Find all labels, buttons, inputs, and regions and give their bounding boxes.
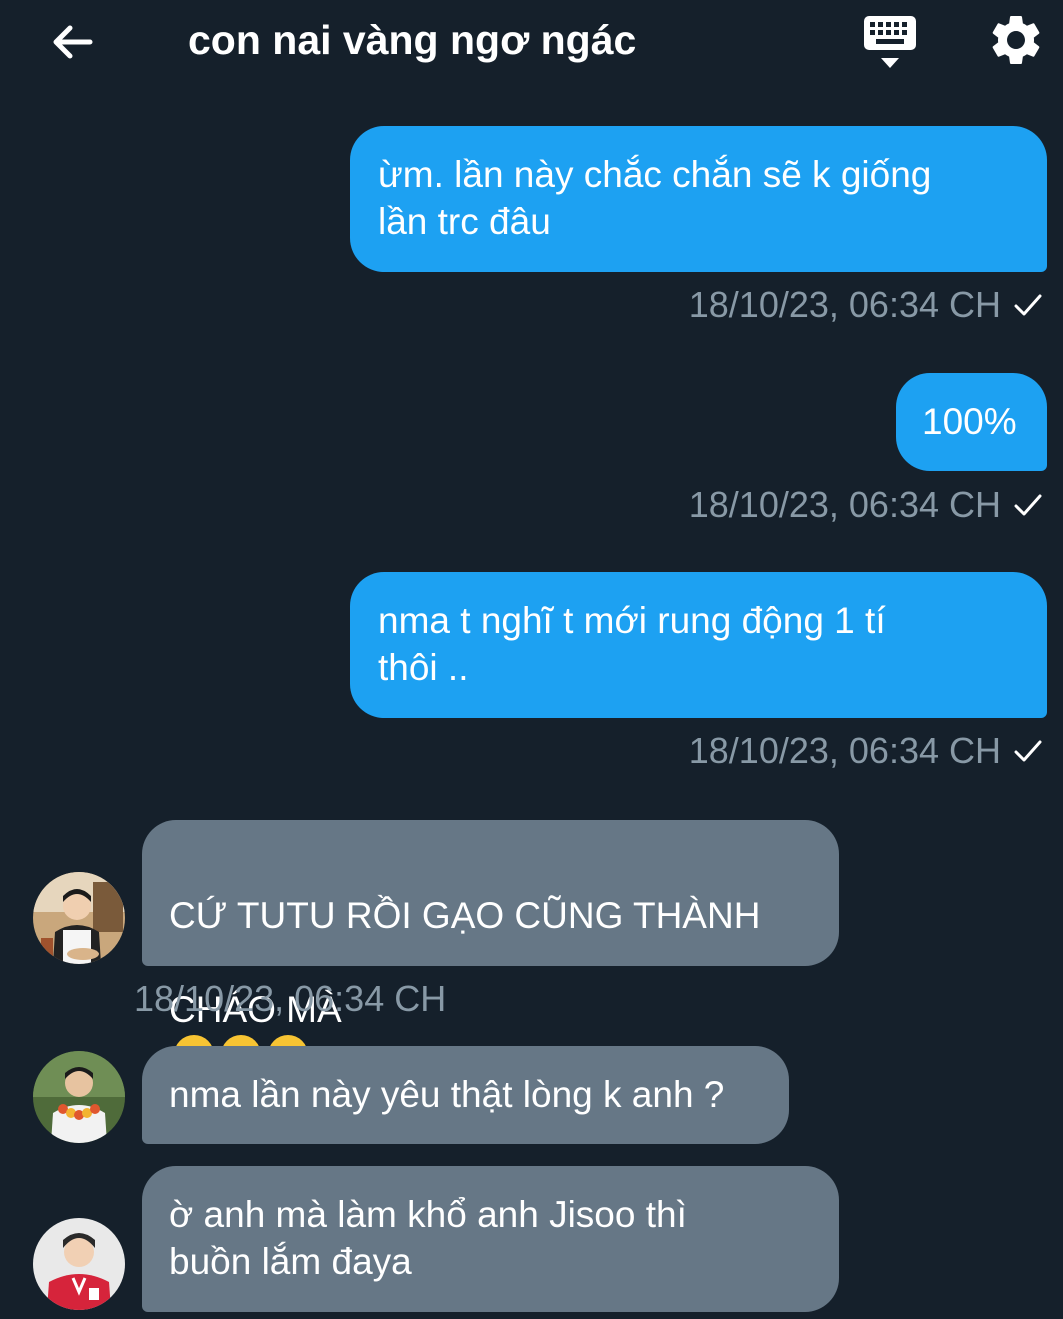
- timestamp-text: 18/10/23, 06:34 CH: [688, 730, 1001, 771]
- avatar[interactable]: [33, 1218, 125, 1310]
- conversation-title: con nai vàng ngơ ngác: [188, 17, 637, 63]
- chat-header: con nai vàng ngơ ngác: [0, 0, 1063, 80]
- check-icon: [1014, 740, 1042, 762]
- keyboard-icon: [864, 16, 916, 68]
- message-bubble-outgoing[interactable]: nma t nghĩ t mới rung động 1 tí thôi ..: [350, 572, 1047, 718]
- avatar[interactable]: [33, 1051, 125, 1143]
- keyboard-button[interactable]: [858, 12, 922, 72]
- avatar[interactable]: [33, 872, 125, 964]
- timestamp-text: 18/10/23, 06:34 CH: [688, 284, 1001, 325]
- timestamp-text: 18/10/23, 06:34 CH: [134, 978, 447, 1019]
- back-button[interactable]: [44, 14, 100, 70]
- message-bubble-incoming[interactable]: ờ anh mà làm khổ anh Jisoo thì buồn lắm …: [142, 1166, 839, 1312]
- timestamp-text: 18/10/23, 06:34 CH: [688, 484, 1001, 525]
- message-text-line: CỨ TUTU RỒI GẠO CŨNG THÀNH: [169, 895, 761, 936]
- check-icon: [1014, 494, 1042, 516]
- gear-icon: [992, 15, 1040, 64]
- message-timestamp: 18/10/23, 06:34 CH: [134, 978, 446, 1020]
- arrow-left-icon: [53, 25, 93, 59]
- message-bubble-outgoing[interactable]: ừm. lần này chắc chắn sẽ k giống lần trc…: [350, 126, 1047, 272]
- check-icon: [1014, 294, 1042, 316]
- message-timestamp: 18/10/23, 06:34 CH: [689, 730, 1045, 772]
- message-timestamp: 18/10/23, 06:34 CH: [689, 284, 1045, 326]
- message-bubble-incoming[interactable]: CỨ TUTU RỒI GẠO CŨNG THÀNH CHÁO MÀ: [142, 820, 839, 1075]
- message-bubble-outgoing[interactable]: 100%: [896, 373, 1047, 471]
- message-bubble-incoming[interactable]: nma lần này yêu thật lòng k anh ?: [142, 1046, 789, 1144]
- settings-button[interactable]: [986, 10, 1046, 70]
- message-timestamp: 18/10/23, 06:34 CH: [689, 484, 1045, 526]
